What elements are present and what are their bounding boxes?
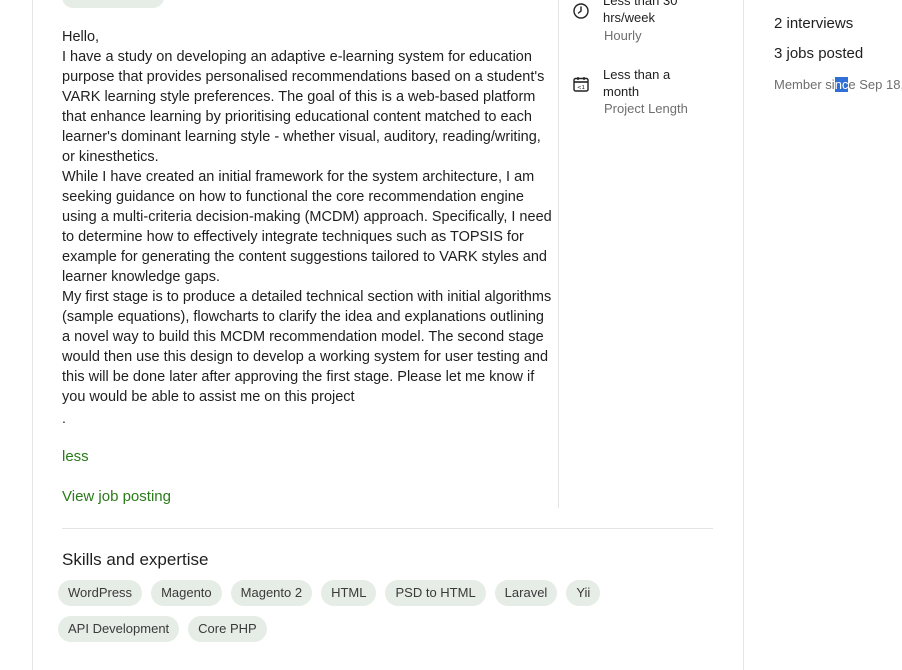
card-border-right	[743, 0, 744, 670]
skill-chip[interactable]: Yii	[566, 580, 601, 606]
description-paragraph: While I have created an initial framewor…	[62, 169, 552, 285]
skill-chip[interactable]: PSD to HTML	[385, 580, 486, 606]
description-trailing: .	[62, 410, 66, 426]
length-sub: Project Length	[604, 101, 688, 116]
client-jobs-posted: 3 jobs posted	[774, 45, 864, 62]
job-description: Hello, I have a study on developing an a…	[62, 27, 552, 407]
member-since-selected: nc	[834, 77, 849, 92]
client-interviews: 2 interviews	[774, 15, 854, 32]
less-link[interactable]: less	[62, 448, 89, 465]
skill-chip[interactable]: HTML	[321, 580, 377, 606]
skill-chip[interactable]: WordPress	[58, 580, 143, 606]
card-border-left	[32, 0, 33, 670]
skill-chip[interactable]: Core PHP	[188, 616, 267, 642]
skill-chip[interactable]: API Development	[58, 616, 180, 642]
member-since: Member since Sep 18, 2	[774, 77, 902, 92]
view-job-posting-link[interactable]: View job posting	[62, 488, 171, 505]
description-paragraph: My first stage is to produce a detailed …	[62, 289, 552, 405]
description-paragraph: I have a study on developing an adaptive…	[62, 49, 545, 165]
skills-list: WordPress Magento Magento 2 HTML PSD to …	[58, 580, 658, 642]
hours-sub: Hourly	[604, 28, 642, 43]
section-divider	[62, 528, 713, 529]
member-since-part: e Sep 18, 2	[848, 77, 902, 92]
length-title: Less than a month	[603, 67, 671, 99]
member-since-part: Member si	[774, 77, 835, 92]
skills-title: Skills and expertise	[62, 550, 209, 569]
svg-text:<1: <1	[577, 85, 585, 91]
top-chip-cut	[62, 0, 164, 8]
skill-chip[interactable]: Laravel	[494, 580, 558, 606]
skill-chip[interactable]: Magento 2	[230, 580, 313, 606]
calendar-icon: <1	[573, 77, 589, 92]
column-divider	[558, 0, 559, 508]
description-paragraph: Hello,	[62, 29, 100, 45]
hours-title: Less than 30 hrs/week	[603, 0, 678, 25]
skill-chip[interactable]: Magento	[151, 580, 222, 606]
clock-icon	[573, 3, 589, 19]
